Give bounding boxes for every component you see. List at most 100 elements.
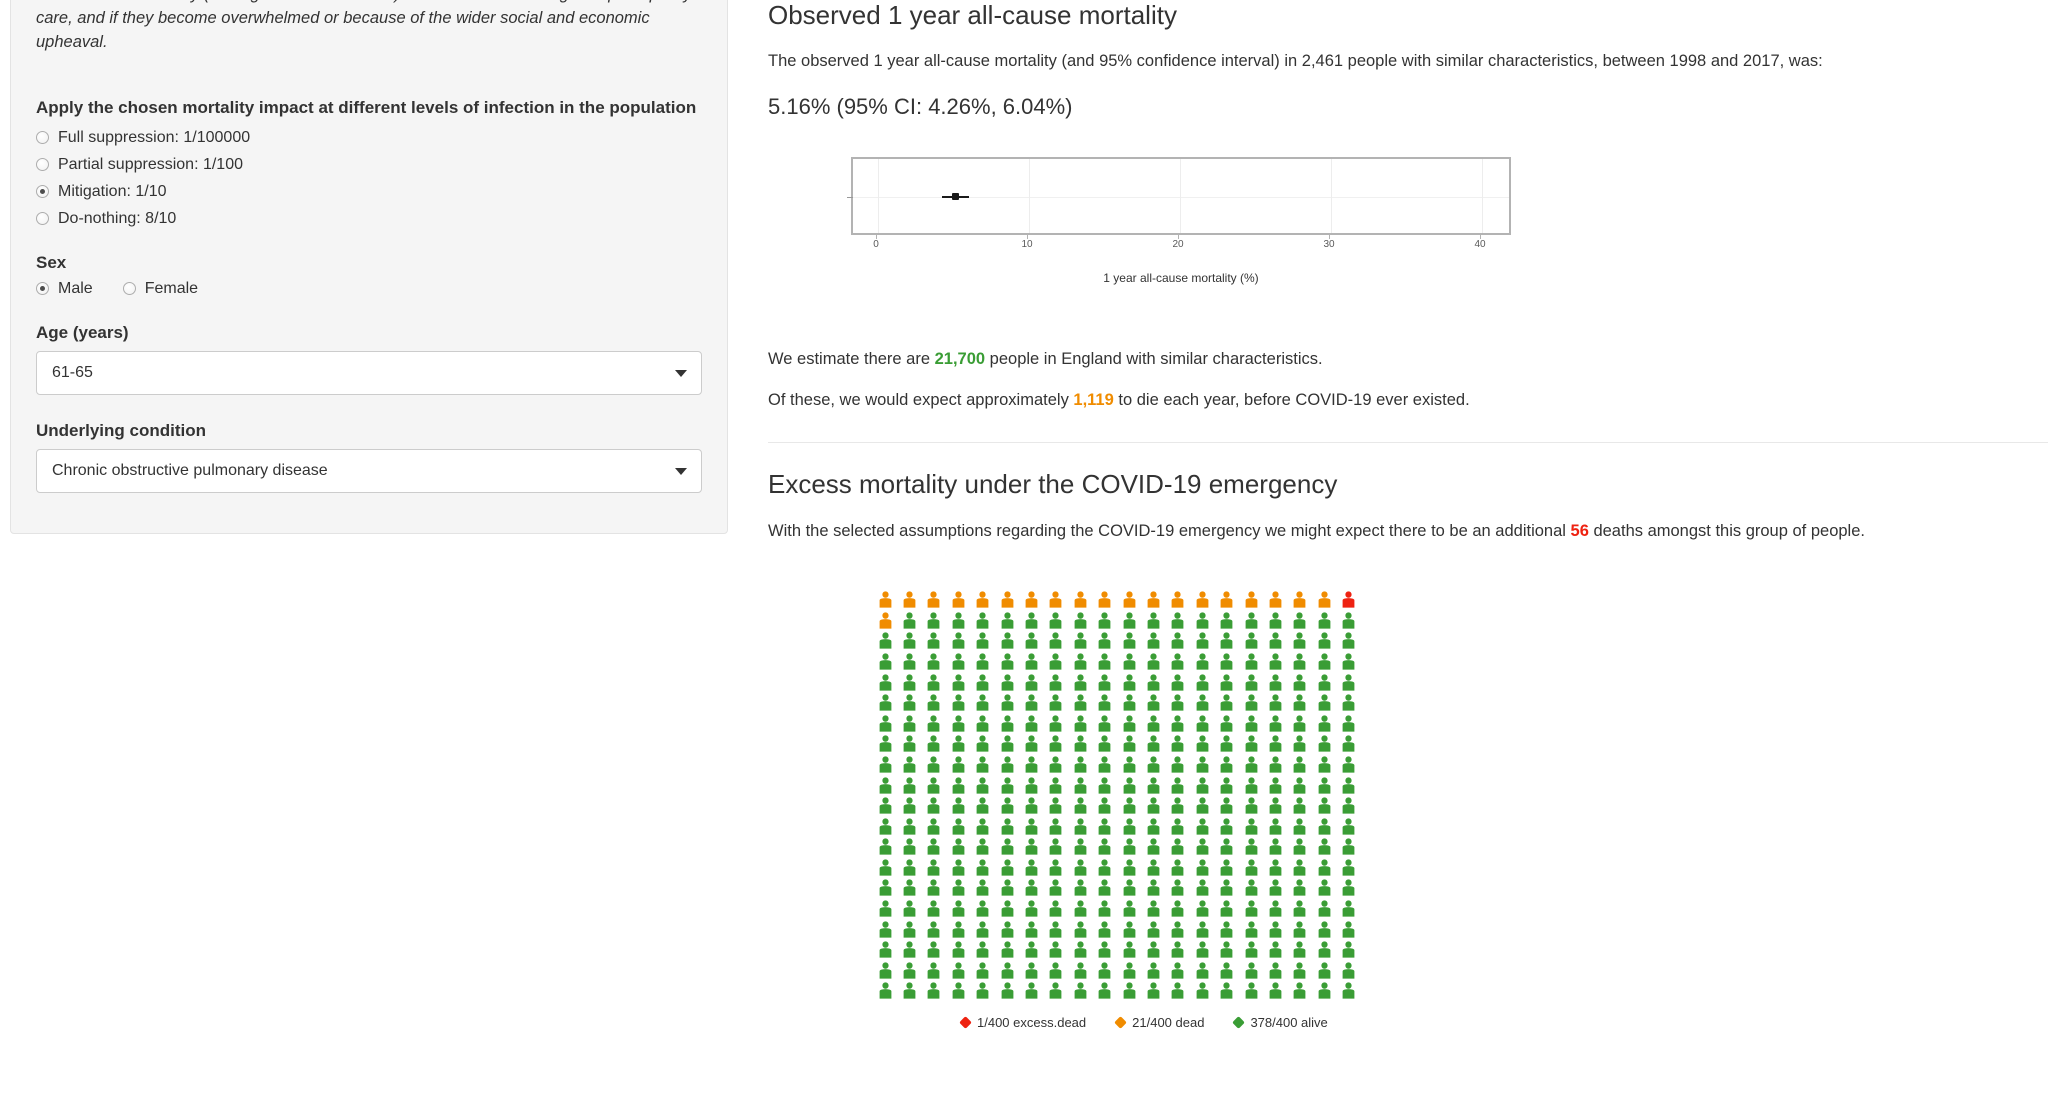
person-icon [928, 982, 940, 1000]
person-icon [1025, 673, 1038, 691]
radio-button-icon[interactable] [36, 158, 49, 172]
radio-option-mitigation[interactable]: Mitigation: 1/10 [36, 183, 702, 200]
person-icon [1269, 694, 1282, 711]
radio-button-icon-female[interactable] [122, 282, 136, 296]
person-icon [1318, 982, 1331, 1000]
person-icon [903, 859, 916, 876]
person-icon [1001, 900, 1014, 917]
person-icon [903, 591, 916, 608]
person-icon [1098, 797, 1111, 814]
legend-swatch-red [959, 1016, 972, 1030]
person-icon [976, 941, 989, 958]
chevron-down-icon[interactable] [675, 369, 687, 377]
person-icon [1171, 962, 1184, 979]
person-icon [1220, 776, 1233, 794]
person-icon [1050, 921, 1062, 938]
person-icon [1050, 982, 1062, 1000]
person-icon [1196, 756, 1209, 773]
age-select[interactable]: 61-65 [36, 350, 702, 395]
person-icon [1269, 962, 1282, 979]
person-icon [1171, 735, 1184, 752]
person-icon [879, 756, 892, 773]
person-icon [1098, 673, 1111, 691]
person-icon [1342, 694, 1355, 711]
person-icon [1147, 612, 1160, 629]
x-tick-label: 0 [873, 238, 879, 250]
person-icon [879, 838, 892, 855]
person-icon [1074, 632, 1087, 649]
person-icon [976, 776, 989, 794]
person-icon [1342, 735, 1355, 752]
legend-item-alive: 378/400 alive [1232, 1015, 1328, 1030]
person-icon [1098, 838, 1111, 855]
person-icon [1220, 941, 1233, 958]
radio-button-icon[interactable] [36, 131, 49, 145]
person-icon [1245, 632, 1257, 649]
person-icon [903, 879, 916, 897]
person-icon [1220, 818, 1233, 835]
person-icon [1001, 694, 1014, 711]
person-icon [1293, 962, 1306, 979]
person-icon [1342, 756, 1355, 773]
person-icon [976, 653, 989, 670]
person-icon [1342, 673, 1355, 691]
person-icon [903, 900, 916, 917]
chevron-down-icon[interactable] [675, 467, 687, 475]
person-icon [1293, 632, 1306, 649]
person-icon [1342, 859, 1355, 876]
person-icon [1025, 612, 1038, 629]
person-icon [1123, 818, 1135, 835]
person-icon [1123, 756, 1135, 773]
person-icon [1318, 921, 1331, 938]
person-icon [976, 838, 989, 855]
person-icon [928, 673, 940, 691]
person-icon [1147, 879, 1160, 897]
person-icon [1050, 653, 1062, 670]
observed-value: 5.16% (95% CI: 4.26%, 6.04%) [768, 93, 1073, 119]
person-icon [1293, 921, 1306, 938]
person-icon [879, 612, 892, 629]
population-line-2-prefix: Of these, we would expect approximately [768, 390, 1074, 409]
person-icon [1098, 859, 1111, 876]
person-icon [1245, 756, 1257, 773]
plot-gridline [1482, 158, 1483, 233]
radio-button-icon-selected[interactable] [36, 185, 49, 199]
person-icon [1098, 756, 1111, 773]
person-icon [1318, 653, 1331, 670]
person-icon [903, 653, 916, 670]
person-icon [1025, 735, 1038, 752]
radio-button-icon-male-selected[interactable] [36, 282, 49, 296]
person-icon [1196, 612, 1209, 629]
person-icon [1220, 632, 1233, 649]
person-icon [928, 715, 940, 732]
person-icon [1245, 962, 1257, 979]
person-icon [879, 694, 892, 711]
person-icon [1098, 591, 1111, 608]
radio-option-partial-suppression[interactable]: Partial suppression: 1/100 [36, 156, 702, 173]
person-icon [1025, 756, 1038, 773]
person-icon [1074, 797, 1087, 814]
person-icon [1220, 879, 1233, 897]
condition-select[interactable]: Chronic obstructive pulmonary disease [36, 448, 702, 493]
person-icon [1245, 818, 1257, 835]
person-icon [1293, 797, 1306, 814]
pictogram-grid [873, 589, 1361, 1001]
person-icon [879, 797, 892, 814]
person-icon [1098, 900, 1111, 917]
person-icon [1001, 941, 1014, 958]
x-tick-label: 30 [1323, 238, 1335, 250]
legend-swatch-green [1232, 1016, 1246, 1030]
radio-option-do-nothing[interactable]: Do-nothing: 8/10 [36, 210, 702, 227]
person-icon [1001, 673, 1014, 691]
radio-button-icon[interactable] [36, 212, 49, 226]
person-icon [1293, 838, 1306, 855]
person-icon [879, 921, 892, 938]
condition-label: Underlying condition [36, 420, 206, 440]
radio-option-full-suppression[interactable]: Full suppression: 1/100000 [36, 129, 702, 146]
person-icon [1269, 859, 1282, 876]
x-tick-label: 20 [1172, 238, 1184, 250]
person-icon [1220, 715, 1233, 732]
person-icon [1001, 962, 1014, 979]
person-icon [1001, 653, 1014, 670]
person-icon [1001, 632, 1014, 649]
